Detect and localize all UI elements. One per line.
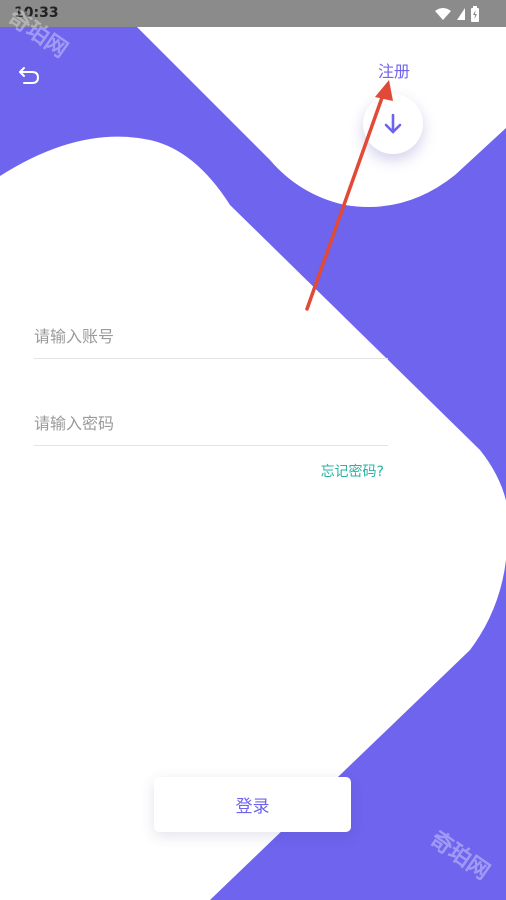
signal-icon (457, 7, 465, 20)
status-time: 10:33 (14, 5, 59, 21)
account-input[interactable] (34, 314, 388, 358)
account-field (34, 314, 388, 359)
password-field (34, 401, 388, 446)
login-button[interactable]: 登录 (154, 777, 351, 832)
password-input[interactable] (34, 401, 388, 445)
back-button[interactable] (12, 60, 46, 90)
background-shapes (0, 0, 506, 900)
scroll-down-button[interactable] (363, 94, 423, 154)
register-link[interactable]: 注册 (370, 60, 418, 84)
status-bar: 10:33 (0, 0, 506, 27)
wifi-icon (435, 7, 451, 20)
undo-arrow-icon (19, 67, 40, 84)
login-screen: 10:33 注册 请输入账号 忘记密码? 登录 奇珀网 奇珀网 (0, 0, 506, 900)
status-icons (434, 5, 480, 22)
forgot-password-link[interactable]: 忘记密码? (300, 462, 384, 482)
arrow-down-icon (384, 113, 402, 134)
battery-icon (471, 5, 479, 22)
